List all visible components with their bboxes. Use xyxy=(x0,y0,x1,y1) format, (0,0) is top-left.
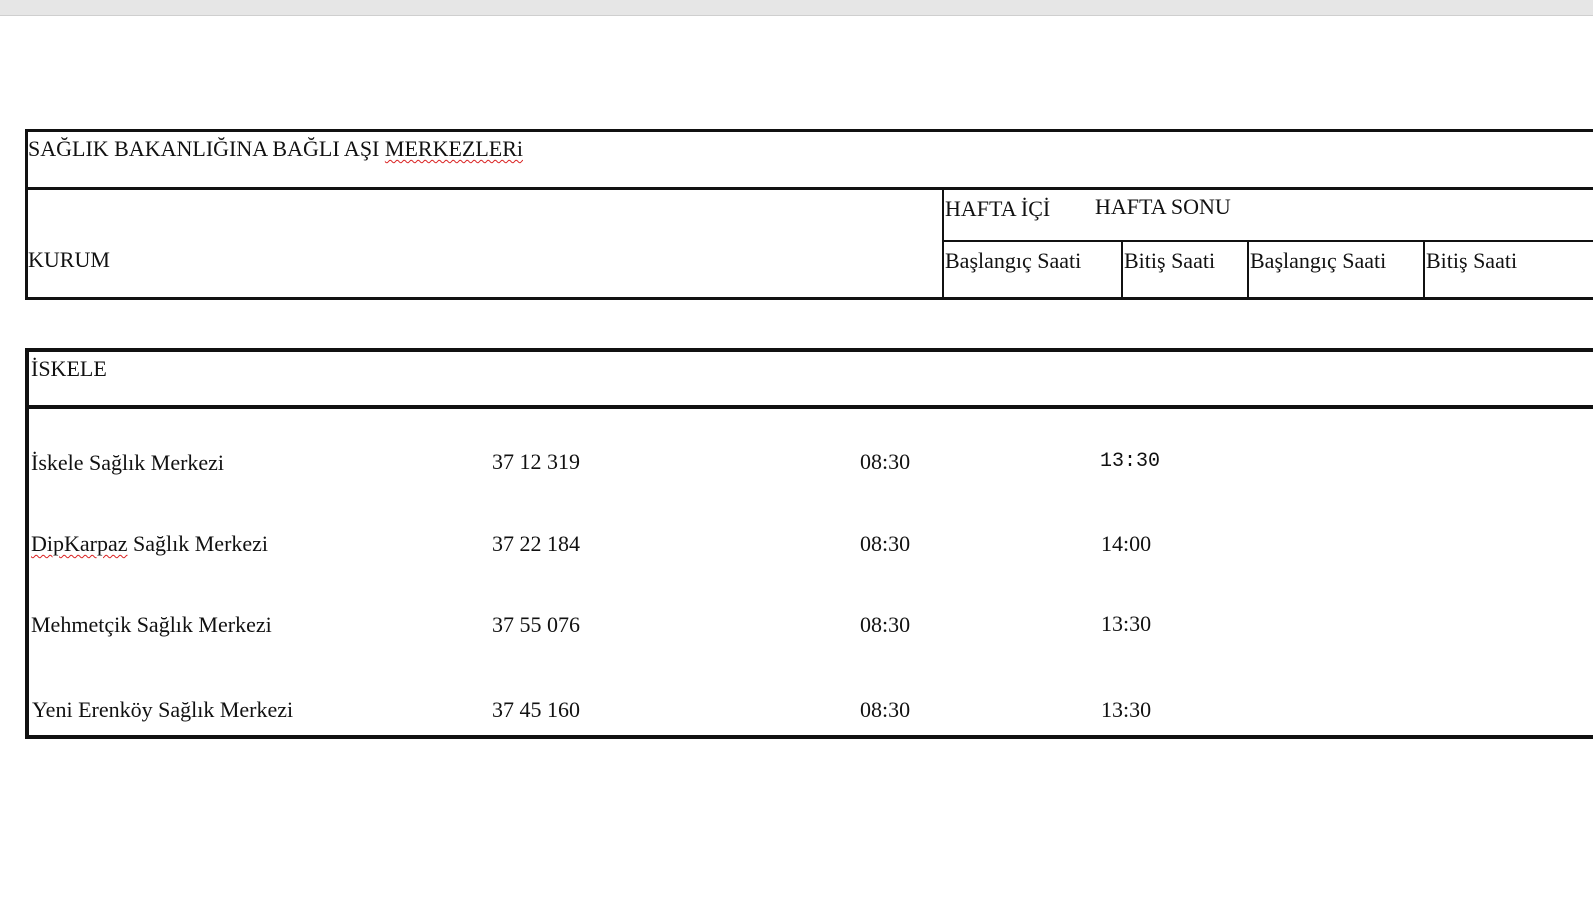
weekday-end-time: 13:30 xyxy=(1101,697,1152,722)
weekday-start-time: 08:30 xyxy=(860,531,911,556)
column-weekday-start: Başlangıç Saati xyxy=(945,248,1082,273)
center-phone: 37 55 076 xyxy=(492,612,580,637)
window-top-bar xyxy=(0,0,1593,16)
weekend-label: HAFTA SONU xyxy=(1095,194,1231,219)
center-name-text: Sağlık Merkezi xyxy=(127,531,269,556)
table-title: SAĞLIK BAKANLIĞINA BAĞLI AŞI MERKEZLERi xyxy=(28,136,523,162)
column-weekend-end: Bitiş Saati xyxy=(1426,248,1518,273)
center-name: Mehmetçik Sağlık Merkezi xyxy=(31,612,272,638)
weekday-start-time: 08:30 xyxy=(860,612,911,637)
center-name-text: Yeni Erenköy Sağlık Merkezi xyxy=(32,697,294,722)
column-weekend-start: Başlangıç Saati xyxy=(1250,248,1387,273)
center-name-flagged-word: DipKarpaz xyxy=(31,531,128,556)
center-phone: 37 12 319 xyxy=(492,449,580,474)
center-name: Yeni Erenköy Sağlık Merkezi xyxy=(32,697,293,723)
column-weekday-end: Bitiş Saati xyxy=(1124,248,1216,273)
table-title-text: SAĞLIK BAKANLIĞINA BAĞLI AŞI xyxy=(28,136,385,161)
col-divider-1 xyxy=(1121,241,1123,300)
district-name: İSKELE xyxy=(31,356,107,381)
weekday-end-time: 14:00 xyxy=(1101,531,1152,556)
col-divider-3 xyxy=(1423,241,1425,300)
weekday-start-time: 08:30 xyxy=(860,697,911,722)
center-phone: 37 45 160 xyxy=(492,697,580,722)
subheader-divider xyxy=(943,240,1593,242)
center-name-text: İskele Sağlık Merkezi xyxy=(31,450,225,475)
kurum-label: KURUM xyxy=(28,247,110,272)
center-phone: 37 22 184 xyxy=(492,531,580,556)
weekday-end-time: 13:30 xyxy=(1101,611,1152,636)
weekday-label: HAFTA İÇİ xyxy=(945,196,1051,221)
kurum-column-divider xyxy=(942,188,944,300)
header-divider xyxy=(25,187,1593,190)
center-name-text: Mehmetçik Sağlık Merkezi xyxy=(31,612,272,637)
district-divider xyxy=(25,405,1593,409)
center-name: İskele Sağlık Merkezi xyxy=(31,450,224,476)
table-title-flagged-word: MERKEZLERi xyxy=(384,136,523,161)
col-divider-2 xyxy=(1247,241,1249,300)
weekday-start-time: 08:30 xyxy=(860,449,911,474)
center-name: DipKarpaz Sağlık Merkezi xyxy=(31,531,268,557)
weekday-end-time: 13:30 xyxy=(1100,450,1161,473)
